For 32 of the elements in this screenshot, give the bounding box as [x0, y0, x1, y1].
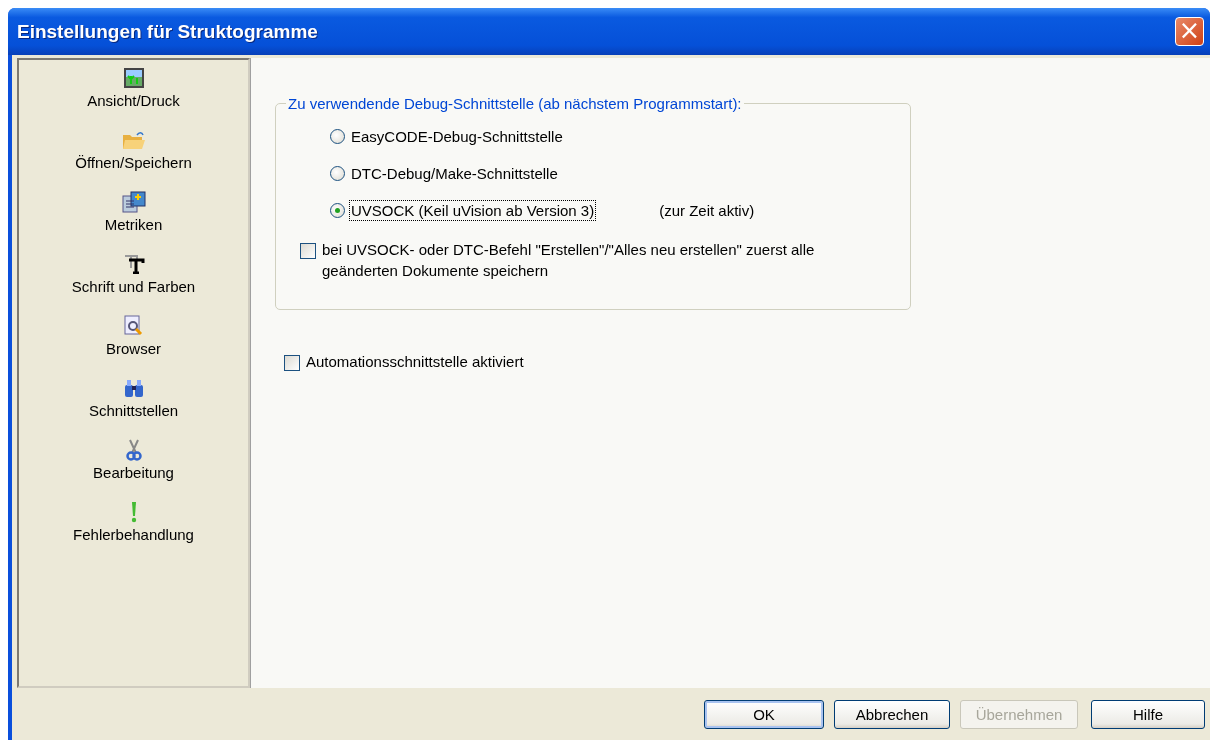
binoculars-icon [122, 378, 145, 398]
font-icon [122, 254, 145, 274]
radio-button[interactable] [330, 166, 345, 181]
checkbox[interactable] [284, 355, 300, 371]
dialog-button[interactable]: Abbrechen [834, 699, 950, 729]
document-chart-icon [121, 191, 146, 213]
radio-label[interactable]: DTC-Debug/Make-Schnittstelle [350, 164, 559, 183]
radio-button[interactable] [330, 203, 345, 218]
scissors-icon [125, 439, 142, 461]
sidebar-item[interactable]: Ansicht/Druck [87, 92, 180, 109]
dialog-button[interactable]: OK [704, 699, 824, 729]
sidebar-item[interactable]: Metriken [104, 216, 163, 233]
status-note: (zur Zeit aktiv) [659, 202, 755, 219]
page-magnifier-icon [122, 315, 145, 337]
dialog-button[interactable]: Hilfe [1091, 699, 1205, 729]
checkbox-label[interactable]: Automationsschnittstelle aktiviert [306, 351, 524, 372]
window-title: Einstellungen für Struktogramme [17, 20, 319, 43]
picture-frame-icon [122, 67, 145, 89]
sidebar-item[interactable]: Fehlerbehandlung [73, 526, 194, 543]
radio-label[interactable]: UVSOCK (Keil uVision ab Version 3) [350, 201, 596, 220]
sidebar-item[interactable]: Browser [106, 340, 161, 357]
sidebar-item[interactable]: Schnittstellen [88, 402, 179, 419]
radio-button[interactable] [330, 129, 345, 144]
checkbox-label[interactable]: bei UVSOCK- oder DTC-Befehl "Erstellen"/"Alles neu erstellen" zuerst alle geänderten Dokumente speichern [322, 239, 882, 281]
sidebar-item[interactable]: Schrift und Farben [71, 278, 196, 295]
exclamation-icon [129, 501, 138, 523]
sidebar-item[interactable]: Bearbeitung [93, 464, 174, 481]
folder-icon [121, 130, 146, 150]
checkbox[interactable] [300, 243, 316, 259]
radio-label[interactable]: EasyCODE-Debug-Schnittstelle [350, 127, 564, 146]
sidebar-item[interactable]: Öffnen/Speichern [75, 154, 192, 171]
group-legend: Zu verwendende Debug-Schnittstelle (ab nächstem Programmstart): [286, 95, 744, 112]
